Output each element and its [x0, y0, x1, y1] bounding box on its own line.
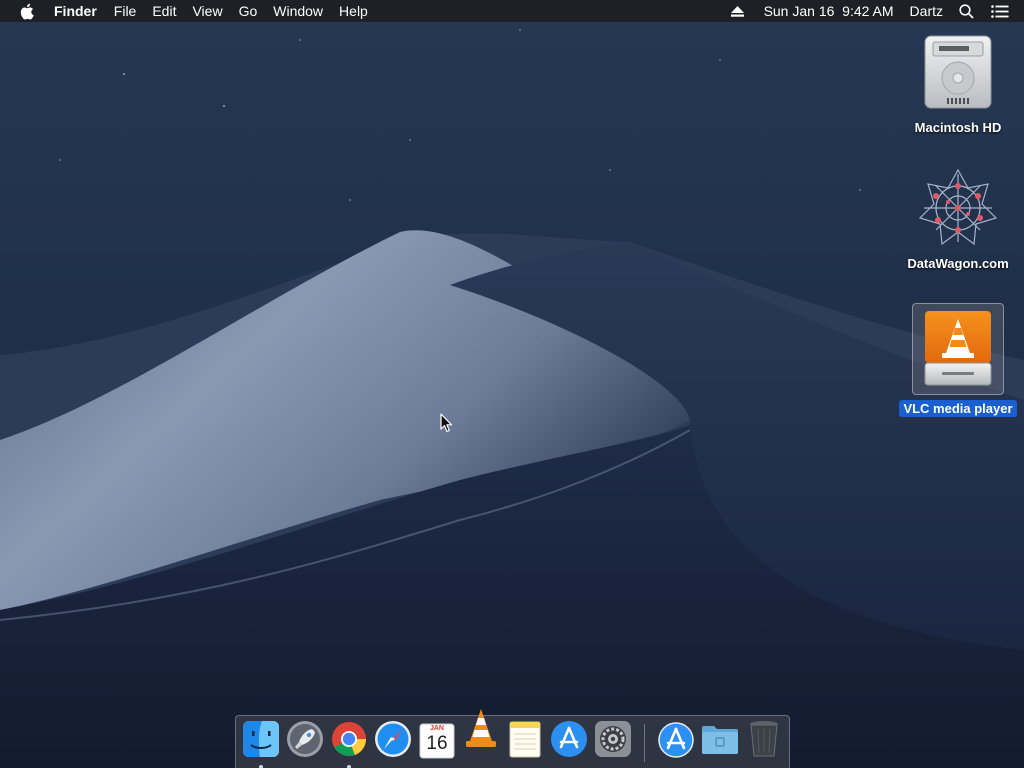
- menu-help[interactable]: Help: [331, 0, 376, 22]
- datawagon-network-icon: [916, 166, 1000, 250]
- notes-icon: [507, 720, 543, 763]
- dock-separator: [644, 724, 645, 762]
- chrome-icon: [331, 721, 367, 762]
- desktop-wallpaper: [0, 0, 1024, 768]
- dock-item-vlc[interactable]: [461, 708, 501, 750]
- finder-icon: [242, 720, 280, 763]
- calendar-icon: JAN 16: [419, 723, 455, 759]
- menu-go[interactable]: Go: [231, 0, 266, 22]
- dock-item-safari[interactable]: [373, 720, 413, 763]
- hard-drive-icon: [916, 30, 1000, 114]
- desktop-icon-macintosh-hd[interactable]: Macintosh HD: [898, 30, 1018, 136]
- vlc-disk-image-icon: [912, 303, 1004, 395]
- spotlight-search-icon[interactable]: [959, 3, 974, 19]
- desktop-icon-label: VLC media player: [899, 400, 1017, 417]
- menu-edit[interactable]: Edit: [144, 0, 184, 22]
- apple-logo-icon[interactable]: [19, 0, 37, 22]
- menu-user-name[interactable]: Dartz: [910, 0, 943, 22]
- menu-bar: Finder File Edit View Go Window Help Sun…: [0, 0, 1024, 22]
- notification-center-icon[interactable]: [991, 4, 1009, 18]
- folder-icon: [700, 722, 740, 761]
- desktop-icon-label: Macintosh HD: [914, 120, 1002, 135]
- menu-window[interactable]: Window: [265, 0, 331, 22]
- dock-item-system-preferences[interactable]: [593, 720, 633, 763]
- mouse-cursor-icon: [440, 413, 453, 433]
- dock-item-calendar[interactable]: JAN 16: [417, 721, 457, 761]
- dock-item-applications[interactable]: [656, 721, 696, 761]
- eject-icon[interactable]: [730, 5, 744, 17]
- dock-item-launchpad[interactable]: [285, 720, 325, 763]
- system-preferences-icon: [594, 720, 632, 763]
- dock-item-finder[interactable]: [241, 720, 281, 768]
- menu-app-finder[interactable]: Finder: [54, 0, 106, 22]
- dock: JAN 16: [235, 708, 790, 768]
- trash-icon: [748, 720, 780, 763]
- desktop-icon-datawagon[interactable]: DataWagon.com: [898, 166, 1018, 272]
- dock-item-app-store[interactable]: [549, 720, 589, 763]
- dock-item-notes[interactable]: [505, 721, 545, 761]
- menu-view[interactable]: View: [184, 0, 230, 22]
- desktop-icon-label: DataWagon.com: [907, 256, 1009, 271]
- menu-file[interactable]: File: [106, 0, 145, 22]
- safari-icon: [374, 720, 412, 763]
- desktop[interactable]: Finder File Edit View Go Window Help Sun…: [0, 0, 1024, 768]
- applications-stack-icon: [657, 720, 695, 763]
- app-store-icon: [550, 720, 588, 763]
- launchpad-icon: [286, 720, 324, 763]
- dock-item-downloads[interactable]: [700, 721, 740, 761]
- dock-item-trash[interactable]: [744, 720, 784, 763]
- calendar-day: 16: [426, 733, 448, 754]
- menu-clock[interactable]: Sun Jan 16 9:42 AM: [764, 0, 894, 22]
- vlc-icon: [462, 707, 500, 754]
- calendar-month: JAN: [429, 725, 444, 732]
- dock-item-google-chrome[interactable]: [329, 721, 369, 768]
- desktop-icon-vlc-media-player[interactable]: VLC media player: [898, 303, 1018, 417]
